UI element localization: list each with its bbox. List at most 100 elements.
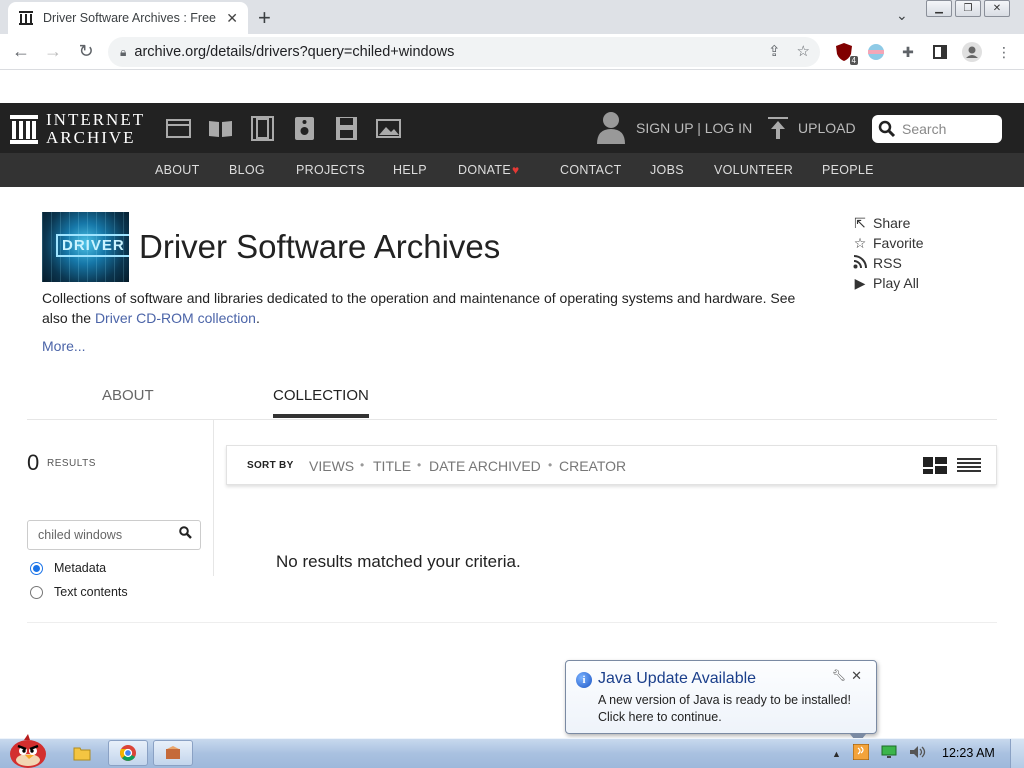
share-page-icon[interactable]: ⇪ [768,42,781,60]
share-label: Share [873,215,911,231]
minimize-button[interactable]: ▁ [926,0,952,17]
driver-cdrom-link[interactable]: Driver CD-ROM collection [95,310,256,326]
nav-volunteer[interactable]: VOLUNTEER [714,163,793,177]
side-panel-icon[interactable] [930,42,950,62]
close-window-button[interactable]: ✕ [984,0,1010,17]
internet-archive-logo[interactable]: INTERNET ARCHIVE [10,111,145,147]
sort-bar: SORT BY VIEWS • TITLE • DATE ARCHIVED • … [226,445,997,485]
maximize-button[interactable]: ❐ [955,0,981,17]
results-count: 0 [27,450,40,475]
images-icon[interactable] [376,116,401,141]
favorite-action[interactable]: ☆ Favorite [851,233,924,253]
java-line-2[interactable]: Click here to continue. [598,709,851,726]
upload-link[interactable]: UPLOAD [798,120,856,136]
taskbar-clock[interactable]: 12:23 AM [942,746,995,760]
nav-projects[interactable]: PROJECTS [296,163,365,177]
extensions-puzzle-icon[interactable]: ✚ [898,42,918,62]
radio-text-contents[interactable]: Text contents [30,585,128,599]
nav-about[interactable]: ABOUT [155,163,200,177]
show-hidden-icons-chevron-icon[interactable]: ▲ [832,749,841,759]
sort-separator: • [548,458,553,472]
sort-views[interactable]: VIEWS [309,458,354,474]
network-icon[interactable] [881,745,897,762]
sort-creator[interactable]: CREATOR [559,458,626,474]
nav-blog[interactable]: BLOG [229,163,265,177]
browser-tab-strip: Driver Software Archives : Free ✕ + ⌄ ▁ … [0,0,1024,34]
rss-action[interactable]: RSS [851,253,924,273]
java-notification-body[interactable]: A new version of Java is ready to be ins… [598,692,851,726]
nav-donate[interactable]: DONATE [458,163,511,177]
search-icon[interactable] [170,526,200,544]
reload-icon[interactable]: ↻ [75,41,97,62]
more-link[interactable]: More... [42,338,86,354]
forward-arrow-icon[interactable]: → [42,41,64,62]
signup-login-link[interactable]: SIGN UP | LOG IN [636,120,752,136]
extensions-area: 4 ✚ ⋮ [834,42,1014,65]
collection-description: Collections of software and libraries de… [42,288,812,328]
volume-icon[interactable] [909,745,927,762]
start-button-bird-icon[interactable] [4,730,50,768]
profile-avatar-icon[interactable] [962,42,982,62]
java-tray-icon[interactable] [852,743,870,763]
app-taskbar-icon[interactable] [153,740,193,766]
radio-metadata[interactable]: Metadata [30,561,106,575]
share-action[interactable]: ⇱ Share [851,213,924,233]
results-label: RESULTS [47,458,96,469]
lock-icon[interactable]: 🔒︎ [120,45,126,60]
tile-view-icon[interactable] [923,457,947,474]
browser-menu-icon[interactable]: ⋮ [994,42,1014,62]
explorer-taskbar-icon[interactable] [62,740,102,766]
close-tab-icon[interactable]: ✕ [226,10,238,27]
nav-people[interactable]: PEOPLE [822,163,874,177]
internet-archive-favicon-icon [18,10,34,26]
tab-collection[interactable]: COLLECTION [273,387,369,418]
collection-search-input[interactable]: chiled windows [27,520,201,550]
play-all-action[interactable]: ▶ Play All [851,273,924,293]
address-bar[interactable]: 🔒︎ archive.org/details/drivers?query=chi… [108,37,820,67]
search-placeholder: Search [902,121,947,137]
web-icon[interactable] [166,116,191,141]
sort-date-archived[interactable]: DATE ARCHIVED [429,458,541,474]
audio-speaker-icon[interactable] [292,116,317,141]
extension-badge: 4 [849,56,858,65]
nav-help[interactable]: HELP [393,163,427,177]
radio-metadata-label: Metadata [54,561,107,575]
archive-temple-icon [10,115,38,144]
radio-text-contents-button[interactable] [30,585,43,599]
java-update-notification[interactable]: i Java Update Available A new version of… [565,660,877,744]
new-tab-button[interactable]: + [258,5,271,31]
ublock-extension-icon[interactable]: 4 [834,42,858,65]
browser-tab[interactable]: Driver Software Archives : Free ✕ [8,2,248,34]
donate-heart-icon[interactable]: ♥ [512,163,519,177]
user-avatar-icon[interactable] [596,110,626,144]
nav-contact[interactable]: CONTACT [560,163,622,177]
back-arrow-icon[interactable]: ← [10,41,32,62]
system-tray: ▲ [832,743,927,763]
nav-jobs[interactable]: JOBS [650,163,684,177]
favorite-label: Favorite [873,235,924,251]
search-field-value[interactable]: chiled windows [38,528,170,542]
url-text[interactable]: archive.org/details/drivers?query=chiled… [134,44,454,60]
wrench-icon[interactable]: 🔧︎ [832,669,846,682]
translate-extension-icon[interactable] [866,42,886,62]
list-view-icon[interactable] [957,458,981,474]
bookmark-star-icon[interactable]: ☆ [797,42,810,60]
sort-separator: • [360,458,365,472]
content-divider [27,622,997,623]
tab-about[interactable]: ABOUT [102,387,154,404]
sidebar-divider [213,420,214,576]
texts-book-icon[interactable] [208,116,233,141]
sort-title[interactable]: TITLE [373,458,411,474]
ia-search-input[interactable]: Search [872,115,1002,143]
chrome-taskbar-icon[interactable] [108,740,148,766]
show-desktop-button[interactable] [1010,739,1024,768]
close-notification-icon[interactable]: ✕ [851,668,862,684]
upload-arrow-icon[interactable] [768,116,788,145]
radio-text-contents-label: Text contents [54,585,128,599]
video-film-icon[interactable] [250,116,275,141]
java-line-1: A new version of Java is ready to be ins… [598,693,851,707]
tab-search-chevron-icon[interactable]: ⌄ [896,7,908,24]
sort-separator: • [417,458,422,472]
software-floppy-icon[interactable] [334,116,359,141]
radio-metadata-button[interactable] [30,561,43,575]
